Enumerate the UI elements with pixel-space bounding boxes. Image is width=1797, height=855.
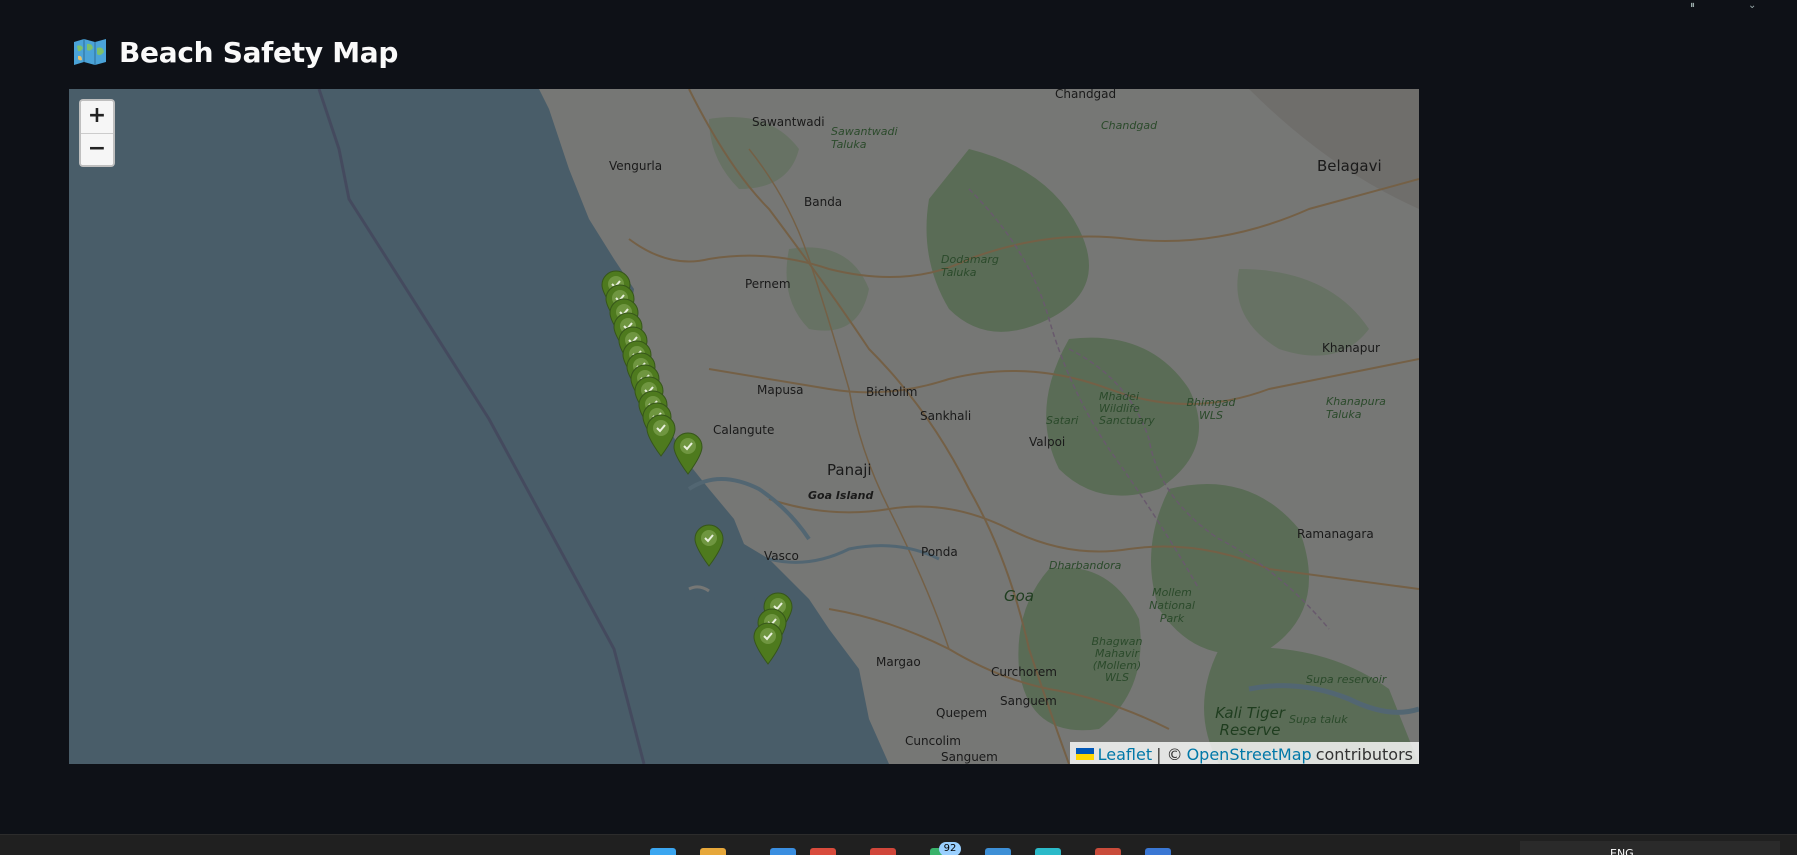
label-mollem: Mollem National Park: [1149, 586, 1195, 625]
label-goa: Goa: [1004, 587, 1034, 605]
chrome-icon[interactable]: [870, 848, 896, 855]
beach-marker-icon[interactable]: [752, 621, 784, 665]
label-dharbandora: Dharbandora: [1049, 559, 1122, 572]
label-vengurla: Vengurla: [609, 159, 663, 173]
label-mhadei: Mhadei Wildlife Sanctuary: [1099, 390, 1155, 427]
beach-marker-icon[interactable]: [693, 523, 725, 567]
vscode-icon[interactable]: [1145, 848, 1171, 855]
page-header: Beach Safety Map: [73, 32, 398, 72]
system-tray: [1520, 841, 1780, 855]
label-curchorem: Curchorem: [991, 665, 1057, 679]
attribution-suffix: contributors: [1315, 744, 1413, 764]
label-cuncolim: Cuncolim: [905, 734, 961, 748]
label-sankhali: Sankhali: [920, 409, 972, 423]
label-supa-taluk: Supa taluk: [1289, 713, 1348, 726]
label-banda: Banda: [804, 195, 843, 209]
app-icon[interactable]: [1095, 848, 1121, 855]
brave-icon[interactable]: [810, 848, 836, 855]
file-explorer-icon[interactable]: [700, 848, 726, 855]
window-menu-icon[interactable]: ⌄: [1748, 0, 1756, 11]
openstreetmap-link[interactable]: OpenStreetMap: [1187, 745, 1312, 764]
label-sanguem-bottom: Sanguem: [941, 750, 998, 764]
map-container[interactable]: Chandgad Chandgad Sawantwadi Sawantwadi …: [69, 89, 1419, 764]
label-khanapura-taluka: Khanapura Taluka: [1326, 395, 1386, 421]
label-calangute: Calangute: [713, 423, 775, 437]
world-map-icon: [74, 39, 106, 65]
attribution-separator: | ©: [1156, 744, 1183, 764]
label-mapusa: Mapusa: [757, 383, 804, 397]
zoom-control: + −: [79, 99, 115, 167]
label-sanguem: Sanguem: [1000, 694, 1057, 708]
label-bhagwan: Bhagwan Mahavir (Mollem) WLS: [1091, 635, 1143, 684]
label-sawantwadi-taluka: Sawantwadi Taluka: [831, 125, 898, 151]
zoom-in-button[interactable]: +: [81, 101, 113, 133]
label-supa-reservoir: Supa reservoir: [1306, 673, 1387, 686]
label-belagavi: Belagavi: [1317, 157, 1382, 175]
label-dodamarg: Dodamarg Taluka: [941, 253, 999, 279]
language-indicator[interactable]: ENG: [1610, 847, 1634, 855]
label-margao: Margao: [876, 655, 921, 669]
label-satari: Satari: [1046, 414, 1079, 427]
label-khanapur: Khanapur: [1322, 341, 1380, 355]
os-taskbar: 92 ENG: [0, 834, 1797, 855]
label-ponda: Ponda: [921, 545, 958, 559]
window-control-icon[interactable]: ⏸: [1690, 0, 1695, 11]
label-kali-tiger: Kali Tiger Reserve: [1215, 704, 1285, 739]
start-icon[interactable]: [650, 848, 676, 855]
label-chandgad-italic: Chandgad: [1101, 119, 1158, 132]
label-valpoi: Valpoi: [1029, 435, 1066, 449]
ukraine-flag-icon: [1075, 748, 1094, 760]
label-ramanagara: Ramanagara: [1297, 527, 1374, 541]
label-panaji: Panaji: [827, 461, 872, 479]
label-bicholim: Bicholim: [866, 385, 918, 399]
zoom-out-button[interactable]: −: [81, 133, 113, 165]
edge-icon[interactable]: [770, 848, 796, 855]
beach-marker-icon[interactable]: [672, 431, 704, 475]
app-page: Beach Safety Map Chandgad Chandgad Sawan…: [0, 0, 1797, 855]
label-quepem: Quepem: [936, 706, 988, 720]
mail-icon[interactable]: [985, 848, 1011, 855]
label-vasco: Vasco: [764, 549, 799, 563]
label-bhimgad: Bhimgad WLS: [1186, 396, 1236, 422]
label-goa-island: Goa Island: [808, 489, 874, 502]
label-pernem: Pernem: [745, 277, 791, 291]
label-sawantwadi: Sawantwadi: [752, 115, 825, 129]
label-chandgad-top: Chandgad: [1055, 89, 1117, 101]
map-attribution: Leaflet | © OpenStreetMap contributors: [1069, 742, 1419, 764]
notification-badge: 92: [939, 842, 961, 855]
page-title: Beach Safety Map: [119, 35, 399, 69]
leaflet-link[interactable]: Leaflet: [1098, 745, 1152, 764]
store-icon[interactable]: [1035, 848, 1061, 855]
